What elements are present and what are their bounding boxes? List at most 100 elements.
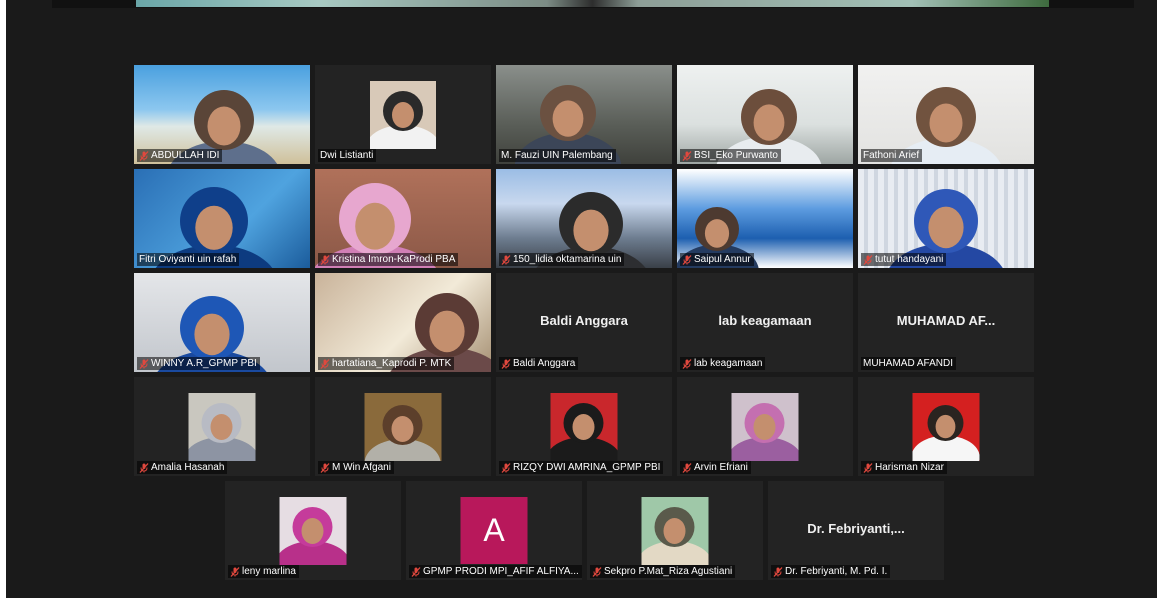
participant-tile[interactable]: M. Fauzi UIN Palembang bbox=[496, 65, 672, 164]
participant-photo bbox=[370, 81, 436, 149]
participant-photo bbox=[279, 497, 347, 565]
participant-tile[interactable]: Arvin Efriani bbox=[677, 377, 853, 476]
participant-name: WINNY A.R_GPMP PBI bbox=[151, 358, 257, 369]
participant-name: hartatiana_Kaprodi P. MTK bbox=[332, 358, 452, 369]
participant-name: leny marlina bbox=[242, 566, 296, 577]
participant-display-name: lab keagamaan bbox=[718, 313, 812, 328]
participant-name-label: leny marlina bbox=[228, 565, 299, 578]
participant-name-label: Fitri Oviyanti uin rafah bbox=[137, 253, 240, 266]
participant-name: GPMP PRODI MPI_AFIF ALFIYA... bbox=[423, 566, 579, 577]
muted-mic-icon bbox=[501, 358, 511, 369]
participant-photo bbox=[550, 393, 618, 461]
participant-name: Baldi Anggara bbox=[513, 358, 576, 369]
muted-mic-icon bbox=[139, 150, 149, 161]
participant-name-label: MUHAMAD AFANDI bbox=[861, 357, 957, 370]
participant-name: Dwi Listianti bbox=[320, 150, 374, 161]
participant-photo bbox=[364, 393, 442, 461]
participant-name: Fathoni Arief bbox=[863, 150, 920, 161]
participant-name-label: RIZQY DWI AMRINA_GPMP PBI bbox=[499, 461, 664, 474]
participant-name-label: WINNY A.R_GPMP PBI bbox=[137, 357, 260, 370]
participant-name-label: Baldi Anggara bbox=[499, 357, 579, 370]
top-video-preview bbox=[136, 0, 1049, 7]
participant-name: RIZQY DWI AMRINA_GPMP PBI bbox=[513, 462, 661, 473]
participant-row: Amalia Hasanah M Win Afgani RIZQY DWI AM… bbox=[134, 377, 1034, 476]
participant-display-name: Baldi Anggara bbox=[540, 313, 628, 328]
participant-name: Fitri Oviyanti uin rafah bbox=[139, 254, 237, 265]
participant-name-label: Fathoni Arief bbox=[861, 149, 923, 162]
participant-tile[interactable]: M Win Afgani bbox=[315, 377, 491, 476]
participant-avatar: A bbox=[460, 497, 528, 564]
person-figure bbox=[641, 507, 709, 565]
participant-name-label: Sekpro P.Mat_Riza Agustiani bbox=[590, 565, 736, 578]
participant-photo bbox=[641, 497, 709, 565]
participant-name-label: Saipul Annur bbox=[680, 253, 754, 266]
participant-name: lab keagamaan bbox=[694, 358, 763, 369]
participant-name-label: M. Fauzi UIN Palembang bbox=[499, 149, 616, 162]
participant-tile[interactable]: Baldi Anggara Baldi Anggara bbox=[496, 273, 672, 372]
participant-display-name: MUHAMAD AF... bbox=[896, 313, 996, 328]
muted-mic-icon bbox=[320, 462, 330, 473]
participant-tile[interactable]: WINNY A.R_GPMP PBI bbox=[134, 273, 310, 372]
muted-mic-icon bbox=[411, 566, 421, 577]
participant-tile[interactable]: Sekpro P.Mat_Riza Agustiani bbox=[587, 481, 763, 580]
participant-name-label: ABDULLAH IDI bbox=[137, 149, 223, 162]
muted-mic-icon bbox=[139, 358, 149, 369]
participant-row: leny marlina A GPMP PRODI MPI_AFIF ALFIYA… bbox=[225, 481, 944, 580]
participant-tile[interactable]: Saipul Annur bbox=[677, 169, 853, 268]
participant-name: M Win Afgani bbox=[332, 462, 391, 473]
participant-name: tutut handayani bbox=[875, 254, 944, 265]
participant-tile[interactable]: Fathoni Arief bbox=[858, 65, 1034, 164]
participant-name: Saipul Annur bbox=[694, 254, 751, 265]
muted-mic-icon bbox=[230, 566, 240, 577]
participant-photo bbox=[731, 393, 799, 461]
muted-mic-icon bbox=[501, 254, 511, 265]
muted-mic-icon bbox=[682, 254, 692, 265]
person-figure bbox=[188, 403, 256, 461]
participant-tile[interactable]: lab keagamaan lab keagamaan bbox=[677, 273, 853, 372]
muted-mic-icon bbox=[682, 358, 692, 369]
participant-tile[interactable]: Dwi Listianti bbox=[315, 65, 491, 164]
muted-mic-icon bbox=[320, 254, 330, 265]
participant-name-label: Dwi Listianti bbox=[318, 149, 377, 162]
participant-name: Kristina Imron-KaProdi PBA bbox=[332, 254, 456, 265]
participant-tile[interactable]: ABDULLAH IDI bbox=[134, 65, 310, 164]
participant-name: Harisman Nizar bbox=[875, 462, 944, 473]
person-figure bbox=[731, 403, 799, 461]
participant-name-label: 150_lidia oktamarina uin bbox=[499, 253, 625, 266]
participant-tile[interactable]: A GPMP PRODI MPI_AFIF ALFIYA... bbox=[406, 481, 582, 580]
participant-tile[interactable]: Amalia Hasanah bbox=[134, 377, 310, 476]
participant-tile[interactable]: Kristina Imron-KaProdi PBA bbox=[315, 169, 491, 268]
participant-tile[interactable]: hartatiana_Kaprodi P. MTK bbox=[315, 273, 491, 372]
participant-tile[interactable]: Harisman Nizar bbox=[858, 377, 1034, 476]
participant-name-label: Kristina Imron-KaProdi PBA bbox=[318, 253, 459, 266]
participant-tile[interactable]: Fitri Oviyanti uin rafah bbox=[134, 169, 310, 268]
participant-tile[interactable]: MUHAMAD AF... MUHAMAD AFANDI bbox=[858, 273, 1034, 372]
participant-row: Fitri Oviyanti uin rafah Kristina Imron-… bbox=[134, 169, 1034, 268]
person-figure bbox=[912, 405, 980, 461]
participant-name: M. Fauzi UIN Palembang bbox=[501, 150, 613, 161]
participant-name-label: hartatiana_Kaprodi P. MTK bbox=[318, 357, 455, 370]
person-figure bbox=[364, 405, 441, 461]
participant-name: Amalia Hasanah bbox=[151, 462, 225, 473]
participant-tile[interactable]: leny marlina bbox=[225, 481, 401, 580]
participant-name-label: Arvin Efriani bbox=[680, 461, 751, 474]
muted-mic-icon bbox=[773, 566, 783, 577]
participant-name: Dr. Febriyanti, M. Pd. I. bbox=[785, 566, 888, 577]
participant-tile[interactable]: 150_lidia oktamarina uin bbox=[496, 169, 672, 268]
participant-tile[interactable]: RIZQY DWI AMRINA_GPMP PBI bbox=[496, 377, 672, 476]
muted-mic-icon bbox=[320, 358, 330, 369]
person-figure bbox=[550, 403, 618, 461]
participant-tile[interactable]: tutut handayani bbox=[858, 169, 1034, 268]
top-video-strip bbox=[52, 0, 1134, 8]
muted-mic-icon bbox=[682, 150, 692, 161]
participant-name-label: M Win Afgani bbox=[318, 461, 394, 474]
person-figure bbox=[279, 507, 347, 565]
participant-name-label: tutut handayani bbox=[861, 253, 947, 266]
participant-name-label: Harisman Nizar bbox=[861, 461, 947, 474]
participant-tile[interactable]: BSI_Eko Purwanto bbox=[677, 65, 853, 164]
participant-tile[interactable]: Dr. Febriyanti,... Dr. Febriyanti, M. Pd… bbox=[768, 481, 944, 580]
participant-name-label: GPMP PRODI MPI_AFIF ALFIYA... bbox=[409, 565, 582, 578]
muted-mic-icon bbox=[501, 462, 511, 473]
muted-mic-icon bbox=[863, 254, 873, 265]
participant-name-label: lab keagamaan bbox=[680, 357, 766, 370]
